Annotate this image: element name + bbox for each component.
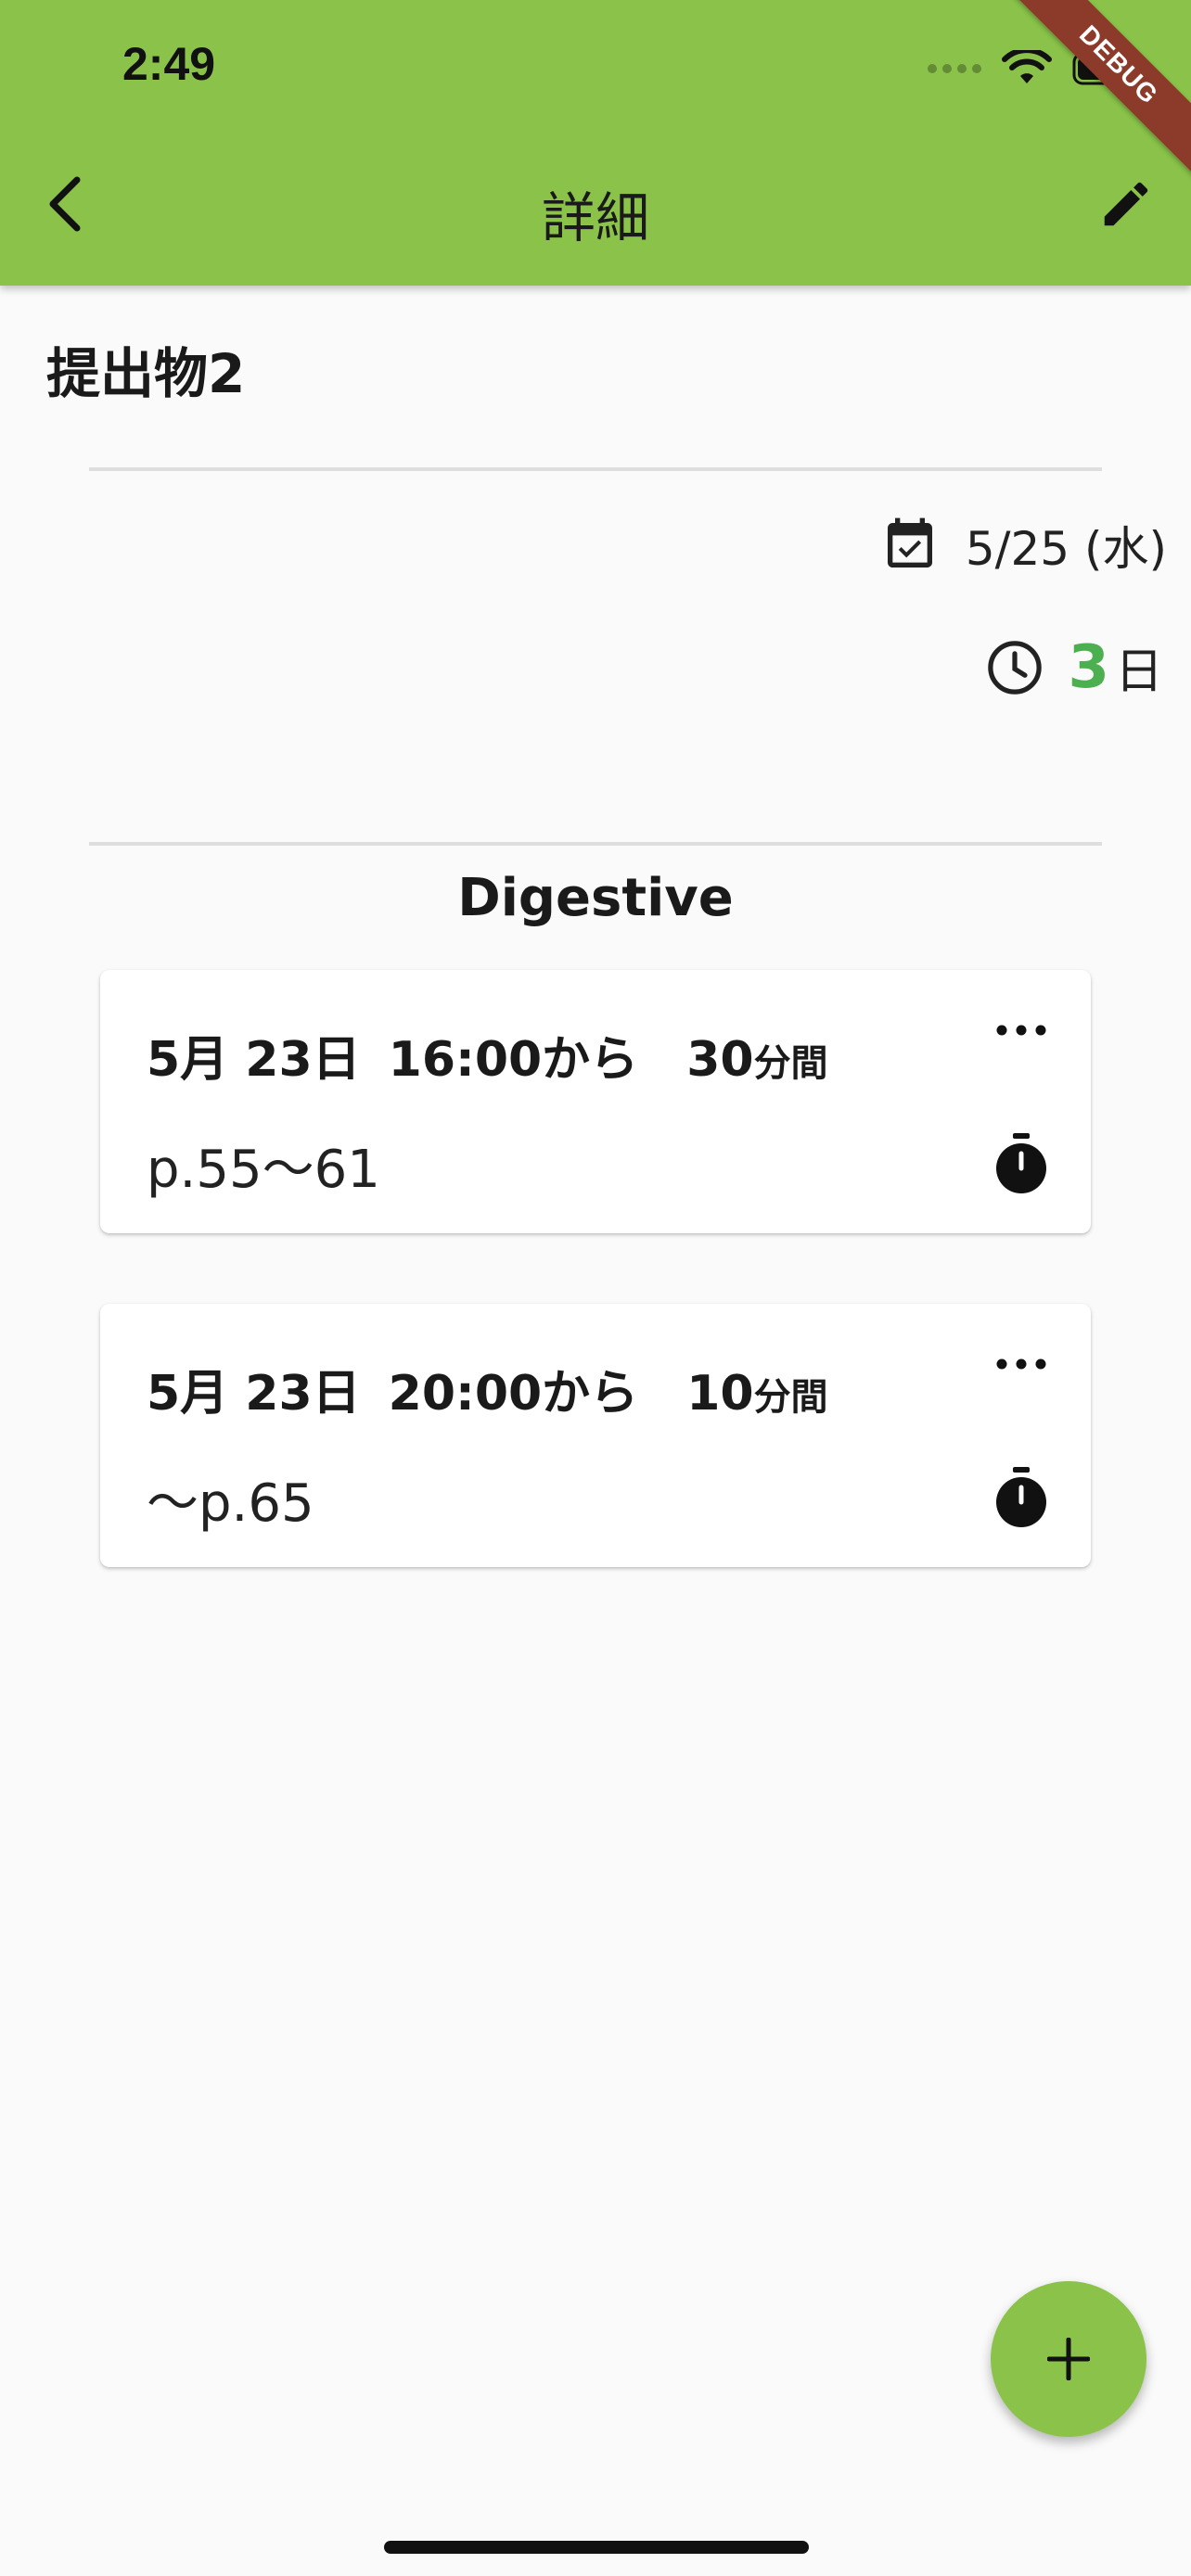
session-card[interactable]: 5月 23日 16:00から 30分間 p.55〜61 — [100, 970, 1091, 1233]
timer-button[interactable] — [989, 1461, 1054, 1536]
wifi-icon — [1002, 50, 1052, 83]
more-button[interactable] — [989, 1007, 1054, 1053]
session-duration-value: 30 — [686, 1032, 754, 1088]
plus-icon — [1047, 2338, 1090, 2380]
status-time: 2:49 — [122, 38, 216, 90]
divider — [89, 842, 1102, 846]
session-duration-value: 10 — [686, 1366, 754, 1422]
cellular-signal-icon — [928, 64, 981, 73]
session-memo: 〜p.65 — [147, 1473, 314, 1534]
session-start: 20:00から — [388, 1366, 639, 1422]
session-duration-unit: 分間 — [753, 1376, 828, 1419]
due-date-row: 5/25 (水) — [880, 512, 1167, 579]
session-date: 5月 23日 — [147, 1032, 361, 1088]
home-indicator — [384, 2541, 809, 2554]
pencil-icon — [1104, 182, 1148, 226]
stopwatch-icon — [996, 1467, 1046, 1527]
remaining-days-row: 3 日 — [984, 632, 1163, 702]
more-horiz-icon — [996, 1025, 1046, 1036]
stopwatch-icon — [996, 1133, 1046, 1193]
calendar-check-icon — [887, 517, 932, 567]
task-title: 提出物2 — [46, 342, 246, 405]
add-session-button[interactable] — [991, 2281, 1146, 2437]
app-bar: 2:49 DEBUG 詳細 — [0, 0, 1191, 286]
due-date: 5/25 (水) — [965, 522, 1167, 576]
subject-name: Digestive — [457, 868, 734, 928]
more-horiz-icon — [996, 1358, 1046, 1370]
page-title: 詳細 — [541, 186, 649, 249]
remaining-days-unit: 日 — [1114, 644, 1163, 700]
session-card[interactable]: 5月 23日 20:00から 10分間 〜p.65 — [100, 1304, 1091, 1567]
session-duration-unit: 分間 — [753, 1042, 828, 1085]
session-memo: p.55〜61 — [147, 1140, 380, 1200]
timer-button[interactable] — [989, 1128, 1054, 1202]
session-start: 16:00から — [388, 1032, 639, 1088]
session-header: 5月 23日 20:00から 10分間 — [147, 1354, 828, 1423]
session-header: 5月 23日 16:00から 30分間 — [147, 1020, 828, 1090]
remaining-days-value: 3 — [1068, 632, 1109, 702]
edit-button[interactable] — [1089, 167, 1163, 241]
clock-icon — [988, 640, 1043, 695]
session-date: 5月 23日 — [147, 1366, 361, 1422]
more-button[interactable] — [989, 1341, 1054, 1387]
divider — [89, 467, 1102, 471]
